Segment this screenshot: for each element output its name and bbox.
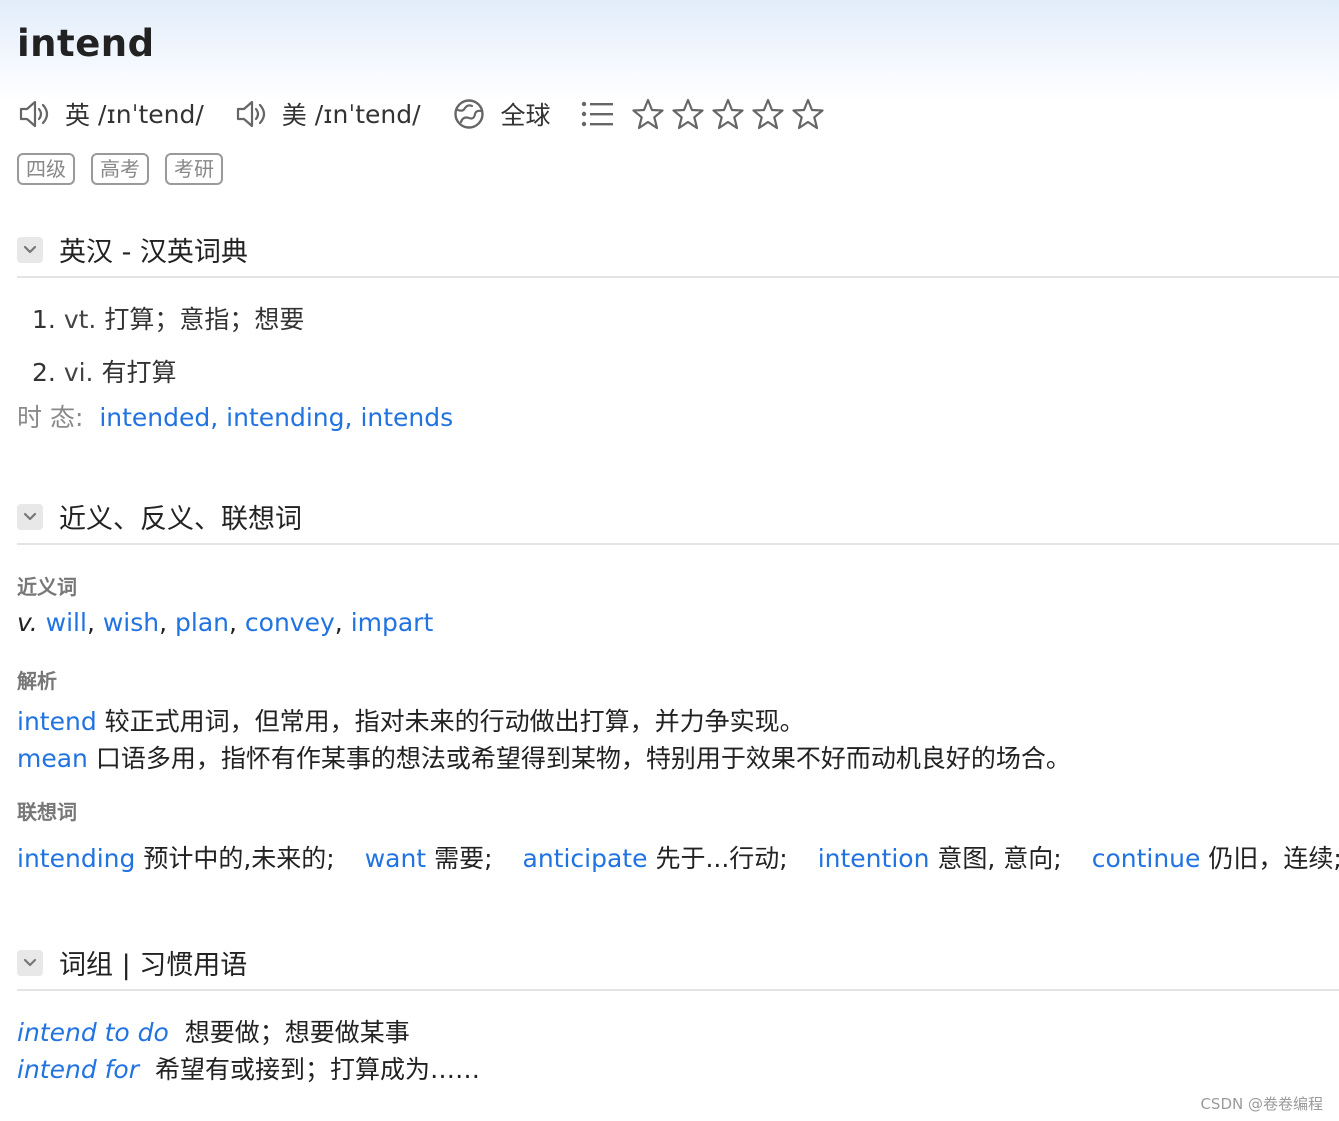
- synonym-link[interactable]: impart: [351, 608, 434, 637]
- def-pos: vt.: [63, 305, 97, 334]
- chevron-down-icon[interactable]: [17, 236, 43, 263]
- divider: [17, 543, 1339, 545]
- star-icon[interactable]: [751, 97, 785, 131]
- associated-link[interactable]: intending: [17, 844, 135, 873]
- synonym-row: v. will, wish, plan, convey, impart: [17, 608, 434, 637]
- watermark: CSDN @卷卷编程: [1200, 1095, 1323, 1113]
- analysis-label: 解析: [17, 669, 57, 693]
- speaker-icon[interactable]: [234, 98, 268, 130]
- uk-ipa: /ɪnˈtend/: [98, 99, 204, 129]
- divider: [17, 276, 1339, 278]
- phrase-item: intend for 希望有或接到；打算成为……: [17, 1050, 480, 1086]
- def-pos: vi.: [63, 358, 94, 387]
- synonym-pos: v.: [17, 608, 38, 637]
- section-header-synonyms[interactable]: 近义、反义、联想词: [17, 497, 302, 536]
- synonym-link[interactable]: convey: [245, 608, 335, 637]
- section-header-dict[interactable]: 英汉 - 汉英词典: [17, 230, 248, 269]
- tense-row: 时 态: intended, intending, intends: [17, 403, 454, 432]
- phrase-meaning: 想要做；想要做某事: [184, 1018, 410, 1047]
- def-meaning: 打算；意指；想要: [104, 305, 305, 334]
- associated-label: 联想词: [17, 800, 77, 824]
- phrase-meaning: 希望有或接到；打算成为……: [154, 1055, 480, 1084]
- tense-link[interactable]: intending: [226, 403, 344, 432]
- tag-kaoyan: 考研: [165, 153, 223, 185]
- globe-icon[interactable]: [453, 98, 485, 130]
- associated-item: intention 意图, 意向;: [818, 839, 1062, 875]
- analysis-word[interactable]: mean: [17, 744, 88, 773]
- associated-words: intending 预计中的,未来的; want 需要; anticipate …: [17, 839, 1339, 875]
- us-pronunciation[interactable]: 美 /ɪnˈtend/: [234, 96, 453, 132]
- analysis-item: mean 口语多用，指怀有作某事的想法或希望得到某物，特别用于效果不好而动机良好…: [17, 739, 1071, 775]
- def-number: 2.: [32, 358, 56, 387]
- associated-item: anticipate 先于...行动;: [523, 839, 788, 875]
- phrase-link[interactable]: intend for: [17, 1055, 139, 1084]
- analysis-word[interactable]: intend: [17, 707, 97, 736]
- star-icon[interactable]: [711, 97, 745, 131]
- star-rating[interactable]: [631, 97, 831, 131]
- definition-item: 1. vt. 打算；意指；想要: [32, 300, 304, 336]
- pronunciation-row: 英 /ɪnˈtend/ 美 /ɪnˈtend/ 全球: [17, 94, 831, 134]
- associated-link[interactable]: intention: [818, 844, 930, 873]
- us-ipa: /ɪnˈtend/: [314, 99, 421, 129]
- analysis-item: intend 较正式用词，但常用，指对未来的行动做出打算，并力争实现。: [17, 702, 805, 738]
- star-icon[interactable]: [791, 97, 825, 131]
- section-header-phrases[interactable]: 词组 | 习惯用语: [17, 943, 247, 982]
- synonym-link[interactable]: wish: [103, 608, 159, 637]
- associated-link[interactable]: anticipate: [523, 844, 648, 873]
- synonym-link[interactable]: plan: [175, 608, 229, 637]
- tense-link[interactable]: intended: [99, 403, 210, 432]
- uk-label: 英: [65, 101, 91, 130]
- associated-meaning: 仍旧，连续;: [1208, 844, 1339, 873]
- header-background: [0, 0, 1339, 100]
- headword: intend: [17, 22, 155, 65]
- section-title: 英汉 - 汉英词典: [59, 237, 248, 268]
- uk-pronunciation[interactable]: 英 /ɪnˈtend/: [17, 96, 234, 132]
- star-icon[interactable]: [631, 97, 665, 131]
- tag-gaokao: 高考: [91, 153, 149, 185]
- associated-meaning: 预计中的,未来的;: [143, 844, 335, 873]
- associated-meaning: 先于...行动;: [655, 844, 788, 873]
- list-icon[interactable]: [581, 100, 615, 128]
- synonym-link[interactable]: will: [46, 608, 87, 637]
- def-number: 1.: [32, 305, 56, 334]
- tense-label: 时 态:: [17, 403, 84, 432]
- us-label: 美: [281, 101, 307, 130]
- section-title: 近义、反义、联想词: [59, 504, 302, 535]
- associated-meaning: 意图, 意向;: [937, 844, 1062, 873]
- associated-item: intending 预计中的,未来的;: [17, 839, 335, 875]
- tense-link[interactable]: intends: [360, 403, 453, 432]
- chevron-down-icon[interactable]: [17, 949, 43, 976]
- speaker-icon[interactable]: [17, 98, 51, 130]
- global-label: 全球: [500, 101, 551, 130]
- associated-link[interactable]: want: [365, 844, 426, 873]
- star-icon[interactable]: [671, 97, 705, 131]
- phrase-link[interactable]: intend to do: [17, 1018, 169, 1047]
- associated-link[interactable]: continue: [1092, 844, 1201, 873]
- def-meaning: 有打算: [101, 358, 177, 387]
- analysis-text: 口语多用，指怀有作某事的想法或希望得到某物，特别用于效果不好而动机良好的场合。: [95, 744, 1071, 773]
- analysis-text: 较正式用词，但常用，指对未来的行动做出打算，并力争实现。: [104, 707, 805, 736]
- associated-item: continue 仍旧，连续;: [1092, 839, 1339, 875]
- exam-tags: 四级 高考 考研: [17, 153, 223, 185]
- associated-item: want 需要;: [365, 839, 493, 875]
- global-pronunciation[interactable]: 全球: [453, 96, 581, 132]
- chevron-down-icon[interactable]: [17, 503, 43, 530]
- synonym-label: 近义词: [17, 575, 77, 599]
- associated-meaning: 需要;: [434, 844, 493, 873]
- tag-cet4: 四级: [17, 153, 75, 185]
- section-title: 词组 | 习惯用语: [59, 950, 248, 981]
- divider: [17, 989, 1339, 991]
- definition-item: 2. vi. 有打算: [32, 353, 176, 389]
- phrase-item: intend to do 想要做；想要做某事: [17, 1013, 410, 1049]
